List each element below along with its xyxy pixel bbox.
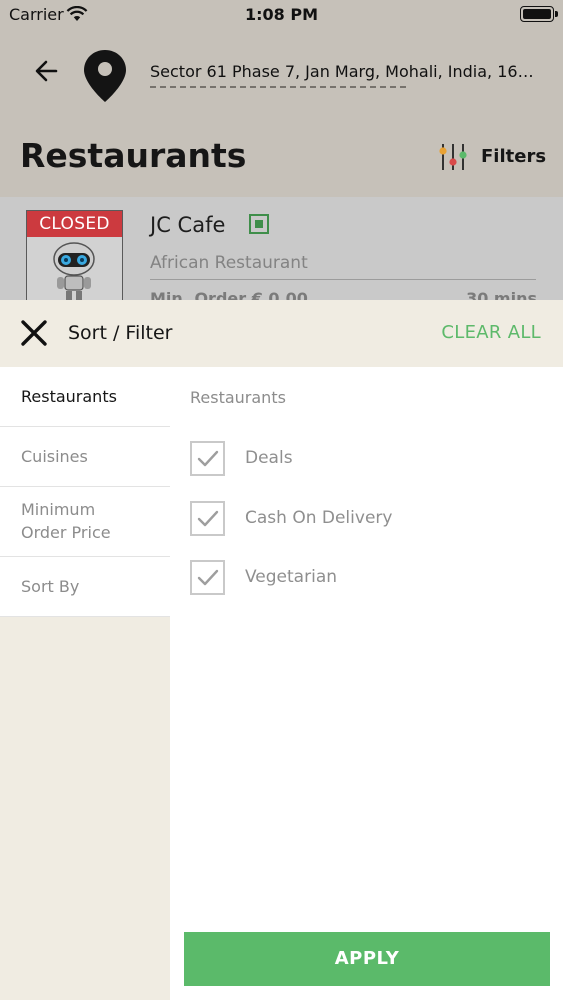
sort-filter-header: Sort / Filter CLEAR ALL [0,300,563,367]
restaurant-thumbnail: CLOSED [26,210,123,300]
page-title: Restaurants [20,136,247,175]
section-heading: Restaurants [190,388,286,407]
tab-label: Restaurants [21,387,117,406]
apply-button[interactable]: APPLY [184,932,550,986]
header: Sector 61 Phase 7, Jan Marg, Mohali, Ind… [0,30,563,197]
deals-checkbox[interactable] [190,441,225,476]
veg-icon [249,214,269,234]
filters-label: Filters [481,146,547,167]
checkmark-icon [197,450,219,467]
cash-on-delivery-checkbox[interactable] [190,501,225,536]
filter-options-panel: Restaurants Deals Cash On Delivery Veget… [170,367,563,1000]
battery-icon [520,6,558,22]
tab-minimum-order-price[interactable]: Minimum Order Price [0,487,170,557]
back-button[interactable] [30,56,64,86]
tab-restaurants[interactable]: Restaurants [0,367,170,427]
filter-category-list: Restaurants Cuisines Minimum Order Price… [0,367,170,1000]
tab-sort-by[interactable]: Sort By [0,557,170,617]
tab-label: Sort By [21,577,80,596]
restaurant-card[interactable]: CLOSED JC Cafe African Restaurant Min. O… [0,197,563,300]
delivery-address[interactable]: Sector 61 Phase 7, Jan Marg, Mohali, Ind… [150,62,540,81]
tab-label: Cuisines [21,447,88,466]
option-label: Cash On Delivery [245,508,393,528]
robot-icon [53,242,95,300]
sort-filter-title: Sort / Filter [68,322,173,344]
location-pin-icon [84,50,126,102]
checkmark-icon [197,510,219,527]
delivery-time: 30 mins [466,289,537,300]
status-bar: Carrier 1:08 PM [0,0,563,30]
back-arrow-icon [35,60,58,82]
option-cash-on-delivery[interactable]: Cash On Delivery [190,501,530,537]
card-divider [150,279,536,280]
closed-badge: CLOSED [27,211,122,237]
tab-cuisines[interactable]: Cuisines [0,427,170,487]
address-underline [150,86,406,88]
status-time: 1:08 PM [244,5,318,24]
tab-label: Minimum Order Price [21,500,111,542]
filters-button[interactable]: Filters [438,142,548,172]
close-button[interactable] [19,318,49,348]
option-vegetarian[interactable]: Vegetarian [190,560,530,596]
restaurant-cuisine: African Restaurant [150,253,308,273]
min-order: Min. Order € 0.00 [150,289,308,300]
option-deals[interactable]: Deals [190,441,530,477]
vegetarian-checkbox[interactable] [190,560,225,595]
option-label: Deals [245,448,293,468]
option-label: Vegetarian [245,567,338,587]
close-icon [21,320,47,346]
clear-all-button[interactable]: CLEAR ALL [441,322,541,343]
checkmark-icon [197,569,219,586]
restaurant-name: JC Cafe [150,213,226,237]
sliders-icon [439,144,467,170]
